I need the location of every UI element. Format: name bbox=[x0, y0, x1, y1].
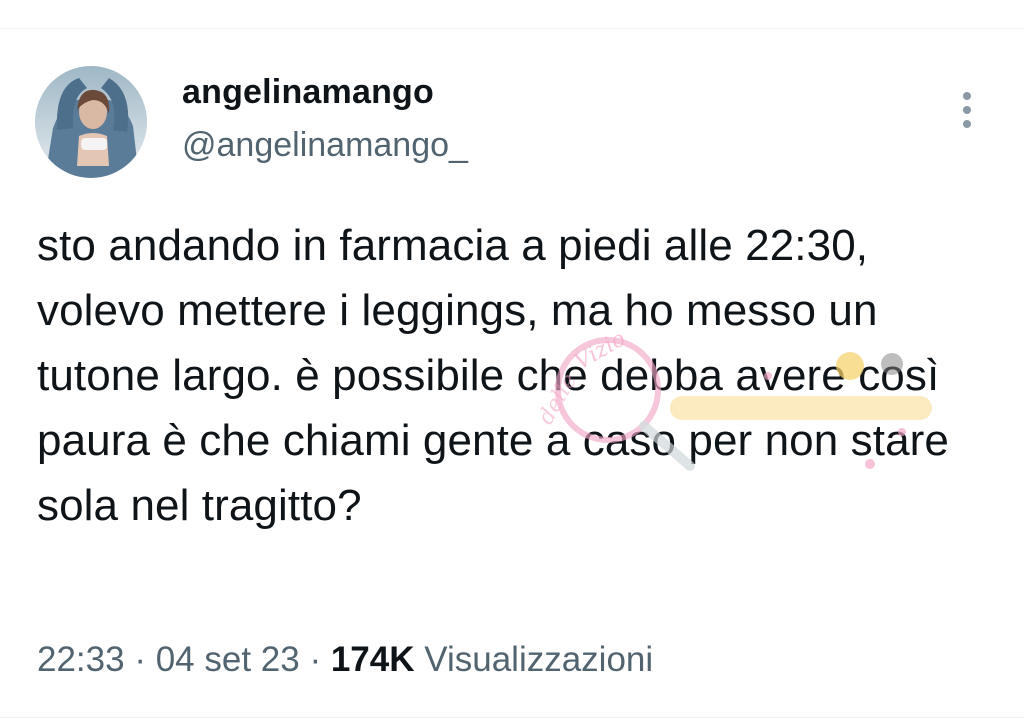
meta-separator: · bbox=[134, 640, 146, 679]
user-handle[interactable]: @angelinamango_ bbox=[182, 126, 468, 165]
tweet-date[interactable]: 04 set 23 bbox=[156, 640, 300, 679]
more-dot bbox=[963, 92, 971, 100]
avatar[interactable] bbox=[35, 66, 147, 178]
tweet-meta: 22:33 · 04 set 23 · 174K Visualizzazioni bbox=[37, 640, 653, 680]
top-divider bbox=[0, 28, 1024, 29]
tweet-text: sto andando in farmacia a piedi alle 22:… bbox=[37, 221, 949, 530]
meta-separator: · bbox=[309, 640, 322, 679]
views-label: Visualizzazioni bbox=[424, 640, 654, 679]
avatar-image bbox=[35, 66, 147, 178]
bottom-divider bbox=[0, 717, 1024, 718]
tweet-time[interactable]: 22:33 bbox=[37, 640, 125, 679]
display-name[interactable]: angelinamango bbox=[182, 73, 434, 112]
more-dot bbox=[963, 120, 971, 128]
more-dot bbox=[963, 106, 971, 114]
more-icon[interactable] bbox=[950, 86, 984, 134]
tweet-card[interactable]: angelinamango @angelinamango_ sto andand… bbox=[0, 0, 1024, 725]
views-count: 174K bbox=[330, 640, 415, 679]
